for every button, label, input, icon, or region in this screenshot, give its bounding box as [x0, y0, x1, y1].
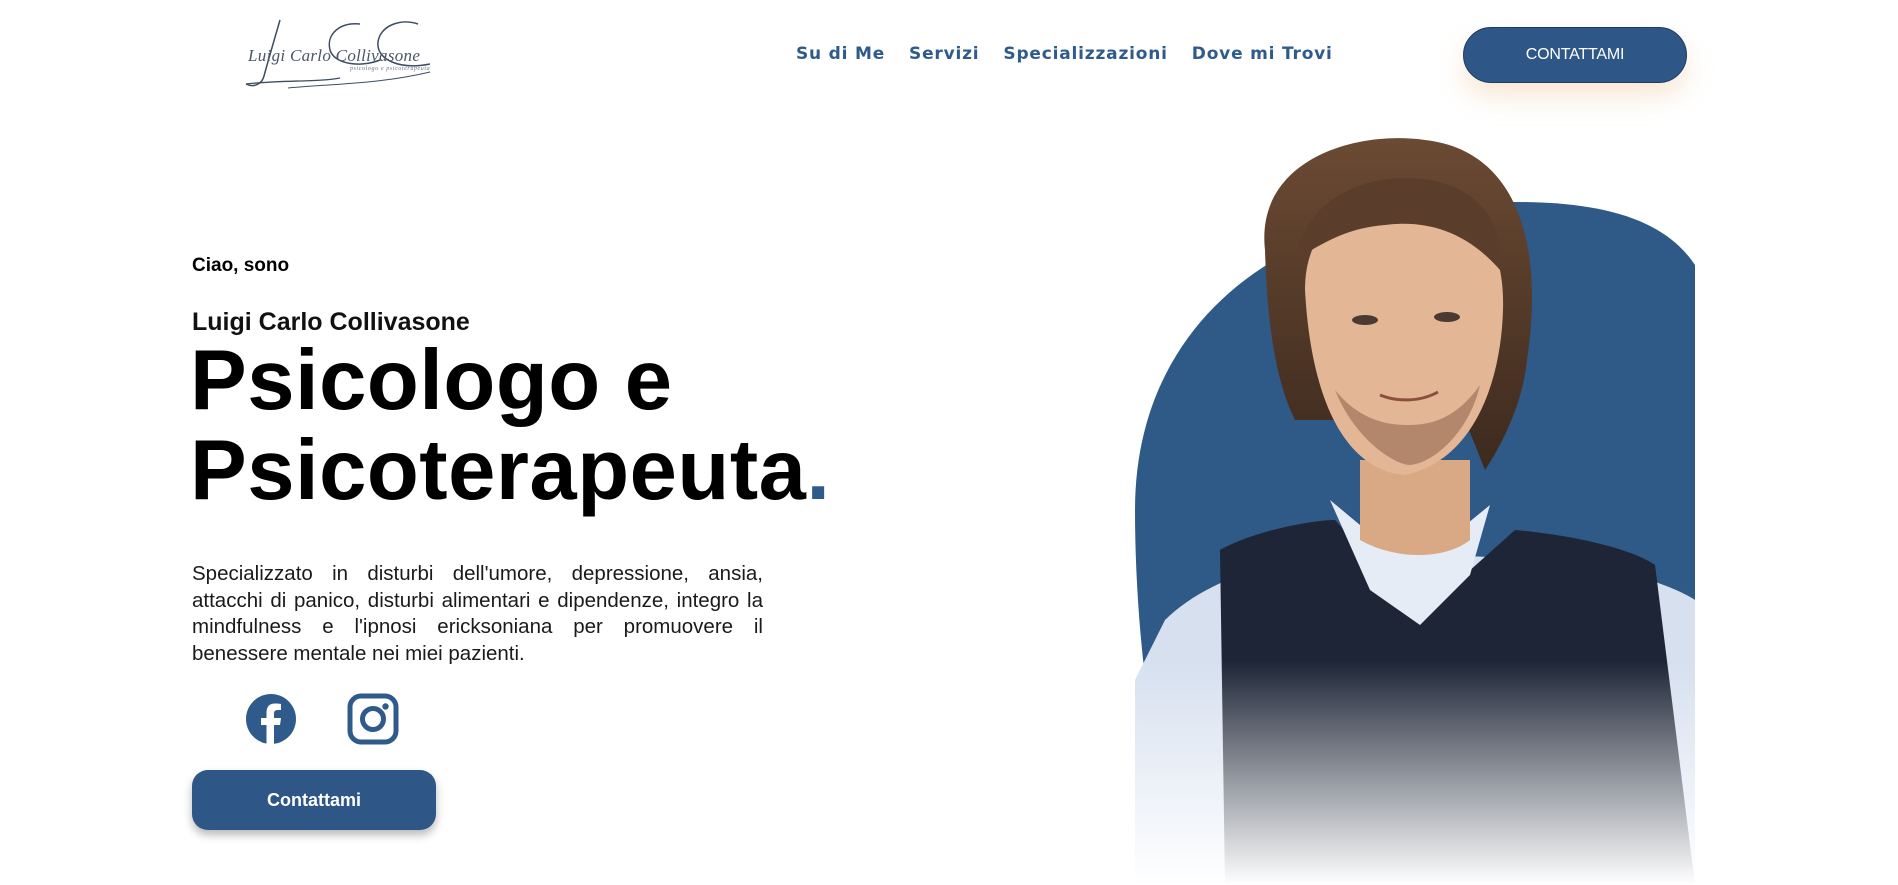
headline: Psicologo e Psicoterapeuta. [190, 336, 831, 516]
facebook-link[interactable] [245, 693, 297, 745]
logo-subtitle: psicologo e psicoterapeuta [350, 66, 431, 72]
instagram-icon [347, 693, 399, 745]
main-nav: Su di Me Servizi Specializzazioni Dove m… [796, 44, 1333, 64]
headline-line-1: Psicologo e [190, 333, 673, 428]
nav-su-di-me[interactable]: Su di Me [796, 44, 885, 64]
logo-text: Luigi Carlo Collivasone [248, 46, 421, 65]
nav-dove-mi-trovi[interactable]: Dove mi Trovi [1192, 44, 1333, 64]
portrait-image [1135, 138, 1695, 885]
hero-contact-button[interactable]: Contattami [192, 770, 436, 830]
header-contact-button[interactable]: CONTATTAMI [1463, 27, 1687, 83]
headline-dot: . [806, 423, 831, 518]
headline-line-2: Psicoterapeuta [190, 423, 807, 518]
hero-description: Specializzato in disturbi dell'umore, de… [192, 562, 763, 665]
facebook-icon [246, 694, 296, 745]
instagram-link[interactable] [347, 693, 399, 745]
landing-page: Luigi Carlo Collivasone psicologo e psic… [0, 0, 1898, 885]
nav-specializzazioni[interactable]: Specializzazioni [1003, 44, 1167, 64]
nav-servizi[interactable]: Servizi [909, 44, 979, 64]
greeting: Ciao, sono [192, 255, 290, 276]
logo[interactable]: Luigi Carlo Collivasone psicologo e psic… [240, 14, 435, 94]
